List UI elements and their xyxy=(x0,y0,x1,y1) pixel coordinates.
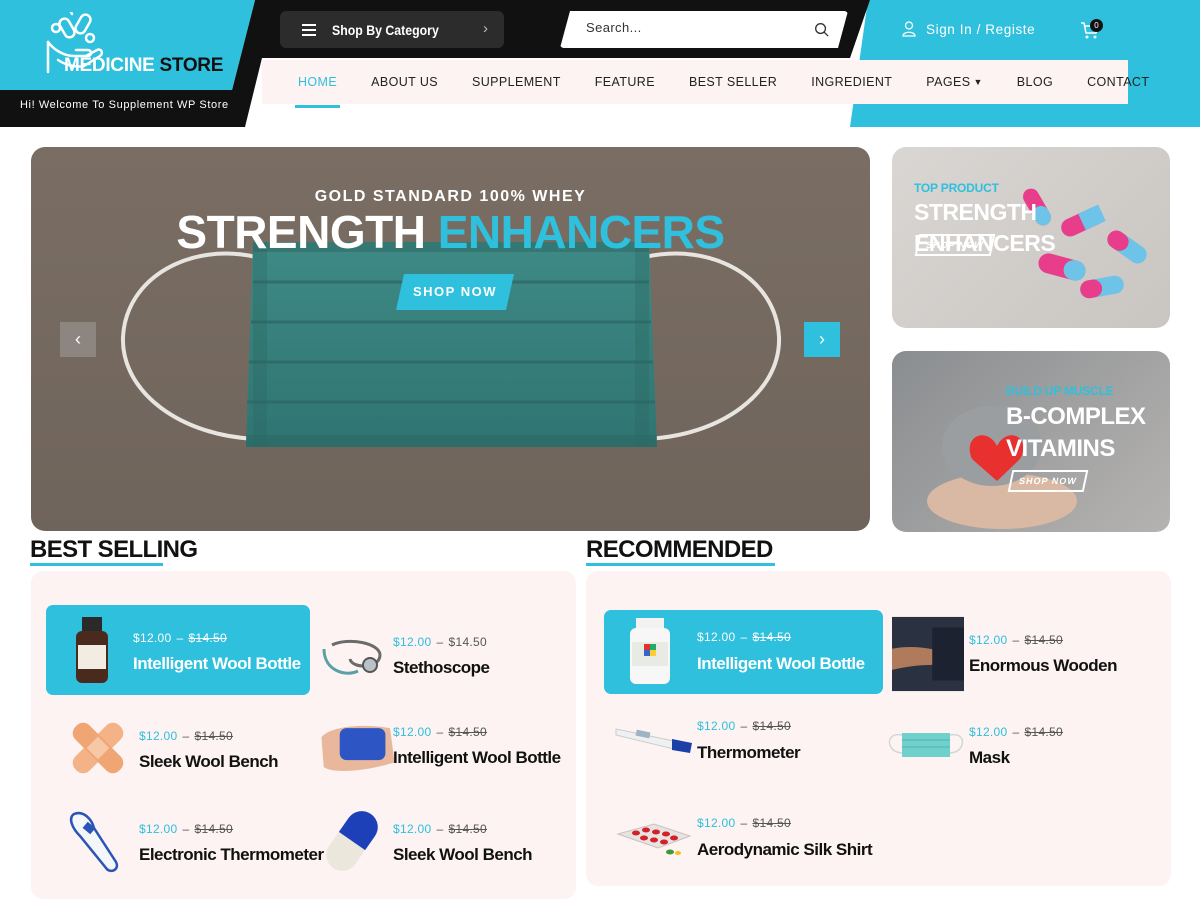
side-banner-title-line1: B-COMPLEX xyxy=(1006,403,1146,430)
mask-icon xyxy=(888,733,964,757)
nav-about-us[interactable]: ABOUT US xyxy=(371,75,438,89)
product-price: $12.00– $14.50 xyxy=(969,725,1064,739)
product-card[interactable]: $12.00– $14.50 Intelligent Wool Bottle xyxy=(306,699,570,789)
product-name[interactable]: Thermometer xyxy=(697,743,801,763)
shop-by-category-button[interactable]: Shop By Category › xyxy=(280,11,504,48)
side-banner-shop-now-button[interactable]: SHOP NOW xyxy=(914,234,996,256)
product-name[interactable]: Stethoscope xyxy=(393,658,490,678)
nav-blog[interactable]: BLOG xyxy=(1017,75,1053,89)
chevron-down-icon: ▼ xyxy=(973,77,983,87)
product-price: $12.00– $14.50 xyxy=(133,631,228,645)
product-price: $12.00– $14.50 xyxy=(697,816,792,830)
search-input[interactable] xyxy=(586,20,796,35)
product-price: $12.00– $14.50 xyxy=(393,725,488,739)
product-price: $12.00– $14.50 xyxy=(969,633,1064,647)
sign-in-label: Sign In / Registe xyxy=(926,21,1036,37)
bottle-icon xyxy=(76,617,108,683)
slider-next-button[interactable]: › xyxy=(804,322,840,357)
product-card[interactable]: $12.00– $14.50 Stethoscope xyxy=(306,609,570,699)
best-selling-underline xyxy=(30,563,163,566)
product-card[interactable]: $12.00– $14.50 Electronic Thermometer xyxy=(52,796,324,886)
product-name[interactable]: Sleek Wool Bench xyxy=(393,845,533,865)
jar-icon xyxy=(630,618,670,684)
product-name[interactable]: Intelligent Wool Bottle xyxy=(697,654,865,674)
hero-title-accent: ENHANCERS xyxy=(437,206,725,258)
product-price: $12.00– $14.50 xyxy=(139,822,234,836)
shop-by-category-label: Shop By Category xyxy=(332,21,439,38)
side-banner-tag: BUILD UP MUSCLE xyxy=(1006,384,1114,398)
product-card[interactable]: $12.00– $14.50 Mask xyxy=(882,699,1146,789)
thermometer-icon xyxy=(615,728,692,753)
header: MEDICINE STORE Hi! Welcome To Supplement… xyxy=(0,0,1200,127)
stethoscope-icon xyxy=(322,639,382,675)
product-name[interactable]: Intelligent Wool Bottle xyxy=(393,748,561,768)
product-card[interactable]: $12.00– $14.50 Enormous Wooden xyxy=(882,607,1146,697)
logo-text[interactable]: MEDICINE STORE xyxy=(64,55,223,77)
product-card[interactable]: $12.00– $14.50 Intelligent Wool Bottle xyxy=(46,605,310,695)
product-name[interactable]: Aerodynamic Silk Shirt xyxy=(697,840,873,860)
side-banner-shop-now-button[interactable]: SHOP NOW xyxy=(1007,470,1089,492)
chevron-right-icon: › xyxy=(483,20,488,37)
nav-ingredient[interactable]: INGREDIENT xyxy=(811,75,892,89)
welcome-message: Hi! Welcome To Supplement WP Store xyxy=(20,99,229,111)
hamburger-icon xyxy=(302,23,316,36)
chevron-left-icon: ‹ xyxy=(75,329,81,349)
user-icon xyxy=(902,21,916,37)
logo-store: STORE xyxy=(159,55,224,76)
nav-feature[interactable]: FEATURE xyxy=(595,75,655,89)
nav-pages-label: PAGES xyxy=(926,75,971,89)
side-banner-tag: TOP PRODUCT xyxy=(914,181,999,195)
product-card[interactable]: $12.00– $14.50 Aerodynamic Silk Shirt xyxy=(604,796,873,886)
hero-title: STRENGTH ENHANCERS xyxy=(31,205,870,259)
hero-subtitle: GOLD STANDARD 100% WHEY xyxy=(314,188,587,205)
capsule-icon xyxy=(326,811,378,871)
nav-home[interactable]: HOME xyxy=(294,75,341,108)
wrap-icon xyxy=(321,725,395,771)
best-selling-panel: $12.00– $14.50 Intelligent Wool Bottle $1… xyxy=(31,571,576,899)
recommended-panel: $12.00– $14.50 Intelligent Wool Bottle $1… xyxy=(586,571,1171,886)
cart-count-badge: 0 xyxy=(1090,19,1103,32)
product-price: $12.00– $14.50 xyxy=(393,635,488,649)
product-price: $12.00– $14.50 xyxy=(697,630,792,644)
side-banner-vitamins[interactable]: BUILD UP MUSCLE B-COMPLEX VITAMINS SHOP … xyxy=(892,351,1170,532)
product-card[interactable]: $12.00– $14.50 Intelligent Wool Bottle xyxy=(604,610,883,694)
main-nav: HOME ABOUT US SUPPLEMENT FEATURE BEST SE… xyxy=(262,60,1149,108)
search-icon[interactable] xyxy=(814,22,829,37)
product-name[interactable]: Enormous Wooden xyxy=(969,656,1118,676)
logo-main: MEDICINE xyxy=(64,55,155,76)
recommended-underline xyxy=(586,563,775,566)
chevron-right-icon: › xyxy=(819,329,825,349)
hero-title-white: STRENGTH xyxy=(176,206,426,258)
best-selling-title: BEST SELLING xyxy=(30,536,198,563)
pills-icon xyxy=(616,823,692,855)
product-card[interactable]: $12.00– $14.50 Thermometer xyxy=(604,699,868,789)
product-price: $12.00– $14.50 xyxy=(139,729,234,743)
product-price: $12.00– $14.50 xyxy=(697,719,792,733)
nav-pages[interactable]: PAGES ▼ xyxy=(926,75,982,89)
side-banner-capsules[interactable]: TOP PRODUCT STRENGTH ENHANCERS SHOP NOW xyxy=(892,147,1170,328)
slider-prev-button[interactable]: ‹ xyxy=(60,322,96,357)
bp-cuff-icon xyxy=(892,616,964,692)
search-bar xyxy=(560,11,848,48)
nav-best-seller[interactable]: BEST SELLER xyxy=(689,75,777,89)
product-name[interactable]: Intelligent Wool Bottle xyxy=(133,654,301,674)
hero-slider: GOLD STANDARD 100% WHEY STRENGTH ENHANCE… xyxy=(31,147,870,531)
bandage-icon xyxy=(72,722,124,774)
product-name[interactable]: Electronic Thermometer xyxy=(139,845,324,865)
recommended-title: RECOMMENDED xyxy=(586,536,773,563)
product-card[interactable]: $12.00– $14.50 Sleek Wool Bench xyxy=(52,703,316,793)
nav-supplement[interactable]: SUPPLEMENT xyxy=(472,75,561,89)
product-price: $12.00– $14.50 xyxy=(393,822,488,836)
side-banner-title-line2: VITAMINS xyxy=(1006,435,1115,462)
product-name[interactable]: Mask xyxy=(969,748,1010,768)
hero-shop-now-button[interactable]: SHOP NOW xyxy=(396,274,514,310)
product-name[interactable]: Sleek Wool Bench xyxy=(139,752,279,772)
product-card[interactable]: $12.00– $14.50 Sleek Wool Bench xyxy=(306,796,570,886)
nav-contact[interactable]: CONTACT xyxy=(1087,75,1149,89)
sign-in-link[interactable]: Sign In / Registe xyxy=(902,21,1035,37)
ear-thermometer-icon xyxy=(69,811,119,873)
